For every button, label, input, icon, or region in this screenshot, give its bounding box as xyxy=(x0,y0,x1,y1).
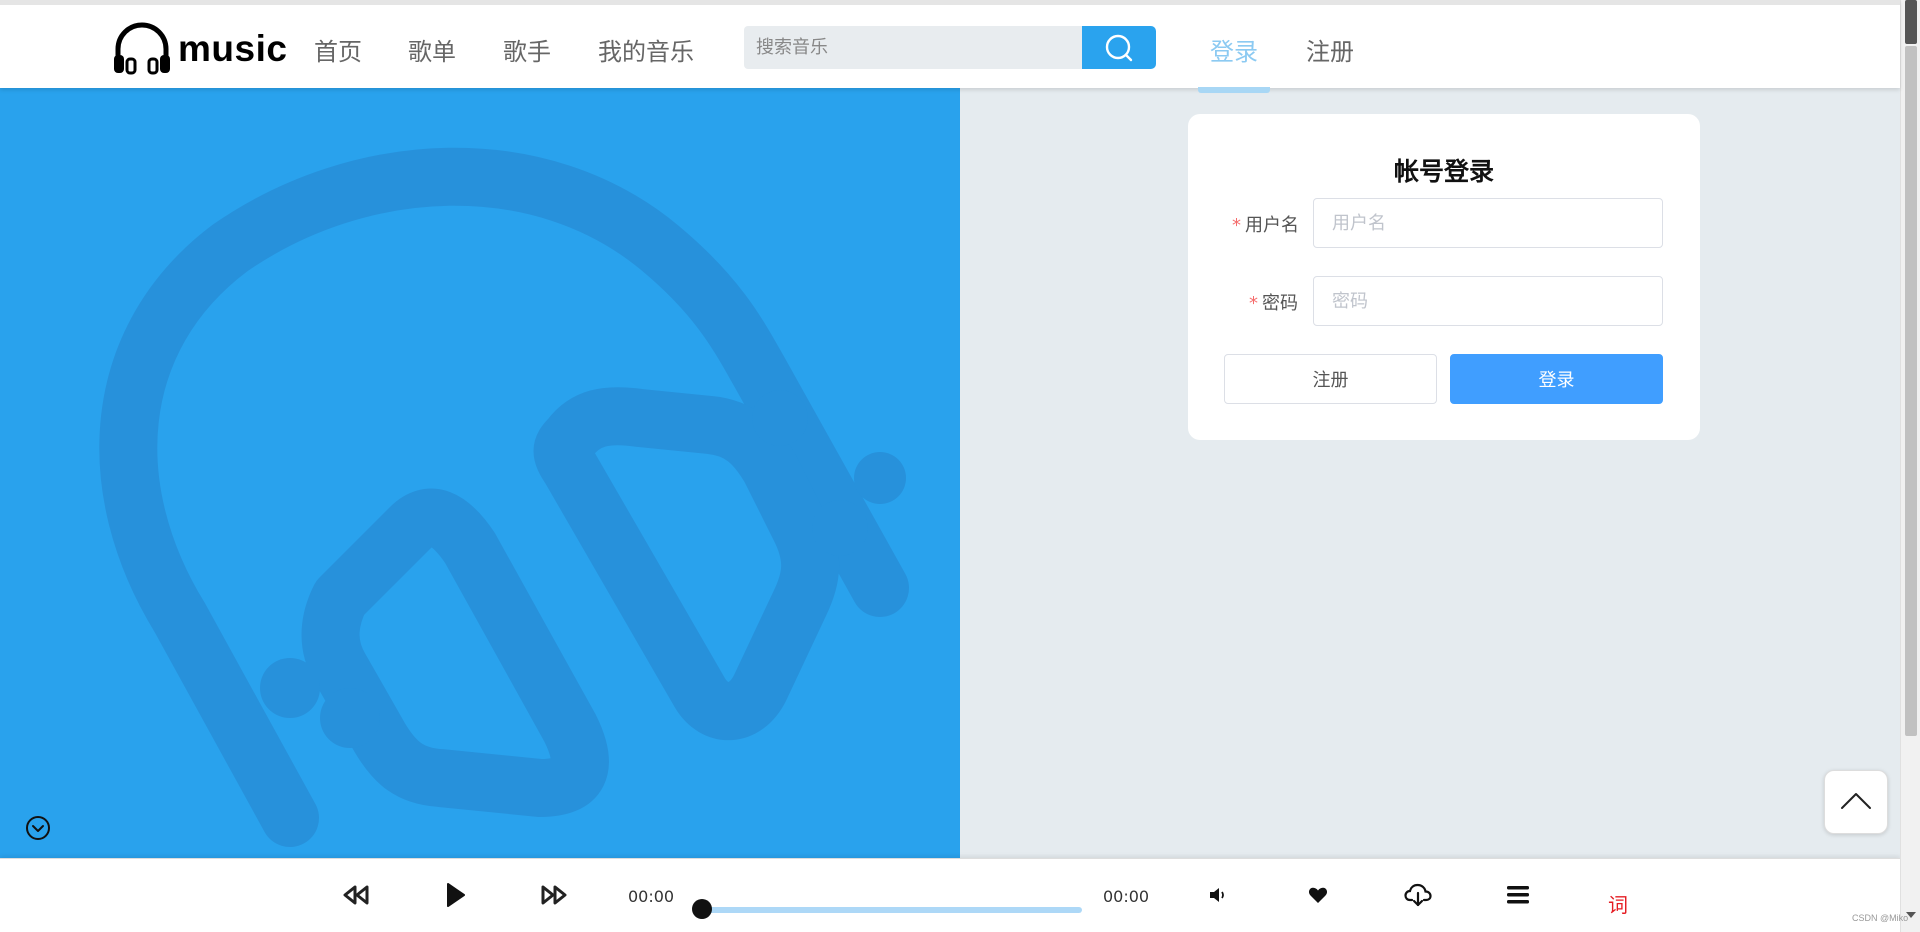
volume-button[interactable] xyxy=(1206,883,1230,907)
login-card: 帐号登录 *用户名 *密码 注册 登录 xyxy=(1188,114,1700,440)
cloud-download-icon xyxy=(1404,883,1432,907)
nav-playlists[interactable]: 歌单 xyxy=(408,32,456,67)
scrollbar-top-widget xyxy=(1905,0,1917,44)
login-button[interactable]: 登录 xyxy=(1450,354,1663,404)
next-button[interactable] xyxy=(538,881,570,909)
list-icon xyxy=(1507,886,1529,904)
username-input[interactable] xyxy=(1313,198,1663,248)
register-button[interactable]: 注册 xyxy=(1224,354,1437,404)
top-navbar: music 首页 歌单 歌手 我的音乐 登录 注册 xyxy=(0,0,1900,88)
progress-bar[interactable] xyxy=(702,907,1082,913)
playlist-button[interactable] xyxy=(1504,881,1532,909)
password-input[interactable] xyxy=(1313,276,1663,326)
active-nav-indicator xyxy=(1198,87,1270,93)
logo-text: music xyxy=(178,28,288,69)
chevron-down-circle-icon[interactable] xyxy=(25,815,51,841)
chevron-up-icon xyxy=(1841,793,1871,809)
rewind-icon xyxy=(343,885,369,905)
total-time: 00:00 xyxy=(1103,887,1150,906)
heart-icon xyxy=(1308,887,1328,903)
password-label-text: 密码 xyxy=(1262,293,1298,314)
nav-home[interactable]: 首页 xyxy=(314,32,362,67)
required-mark: * xyxy=(1249,293,1258,314)
volume-icon xyxy=(1210,888,1224,902)
search-input[interactable] xyxy=(744,26,1082,69)
search-bar xyxy=(744,26,1156,69)
nav-register[interactable]: 注册 xyxy=(1306,32,1354,67)
headphones-icon xyxy=(114,22,170,75)
username-label-text: 用户名 xyxy=(1245,215,1299,236)
favorite-button[interactable] xyxy=(1306,883,1330,907)
progress-handle[interactable] xyxy=(692,899,712,919)
nav-my-music[interactable]: 我的音乐 xyxy=(598,32,694,67)
play-icon xyxy=(447,883,465,907)
csdn-watermark: CSDN @Miko xyxy=(1852,913,1909,923)
login-title: 帐号登录 xyxy=(1393,157,1494,186)
current-time: 00:00 xyxy=(628,887,675,906)
logo[interactable]: music xyxy=(110,17,287,81)
prev-button[interactable] xyxy=(340,881,372,909)
play-button[interactable] xyxy=(440,879,472,911)
nav-singers[interactable]: 歌手 xyxy=(503,32,551,67)
page-scrollbar[interactable] xyxy=(1900,0,1920,932)
search-button[interactable] xyxy=(1082,26,1156,69)
headphones-watermark-icon xyxy=(99,147,909,847)
download-button[interactable] xyxy=(1403,881,1433,909)
back-to-top-button[interactable] xyxy=(1824,770,1888,834)
scrollbar-thumb[interactable] xyxy=(1905,46,1917,736)
lyric-toggle[interactable]: 词 xyxy=(1608,889,1628,918)
password-label: * 密码 xyxy=(1249,289,1298,315)
nav-login[interactable]: 登录 xyxy=(1210,32,1258,67)
required-mark: * xyxy=(1232,215,1241,236)
login-banner xyxy=(0,88,960,858)
player-bar: 00:00 00:00 词 xyxy=(0,858,1900,932)
search-icon xyxy=(1105,34,1133,61)
fast-forward-icon xyxy=(541,885,567,905)
username-label: * 用户名 xyxy=(1232,211,1299,237)
